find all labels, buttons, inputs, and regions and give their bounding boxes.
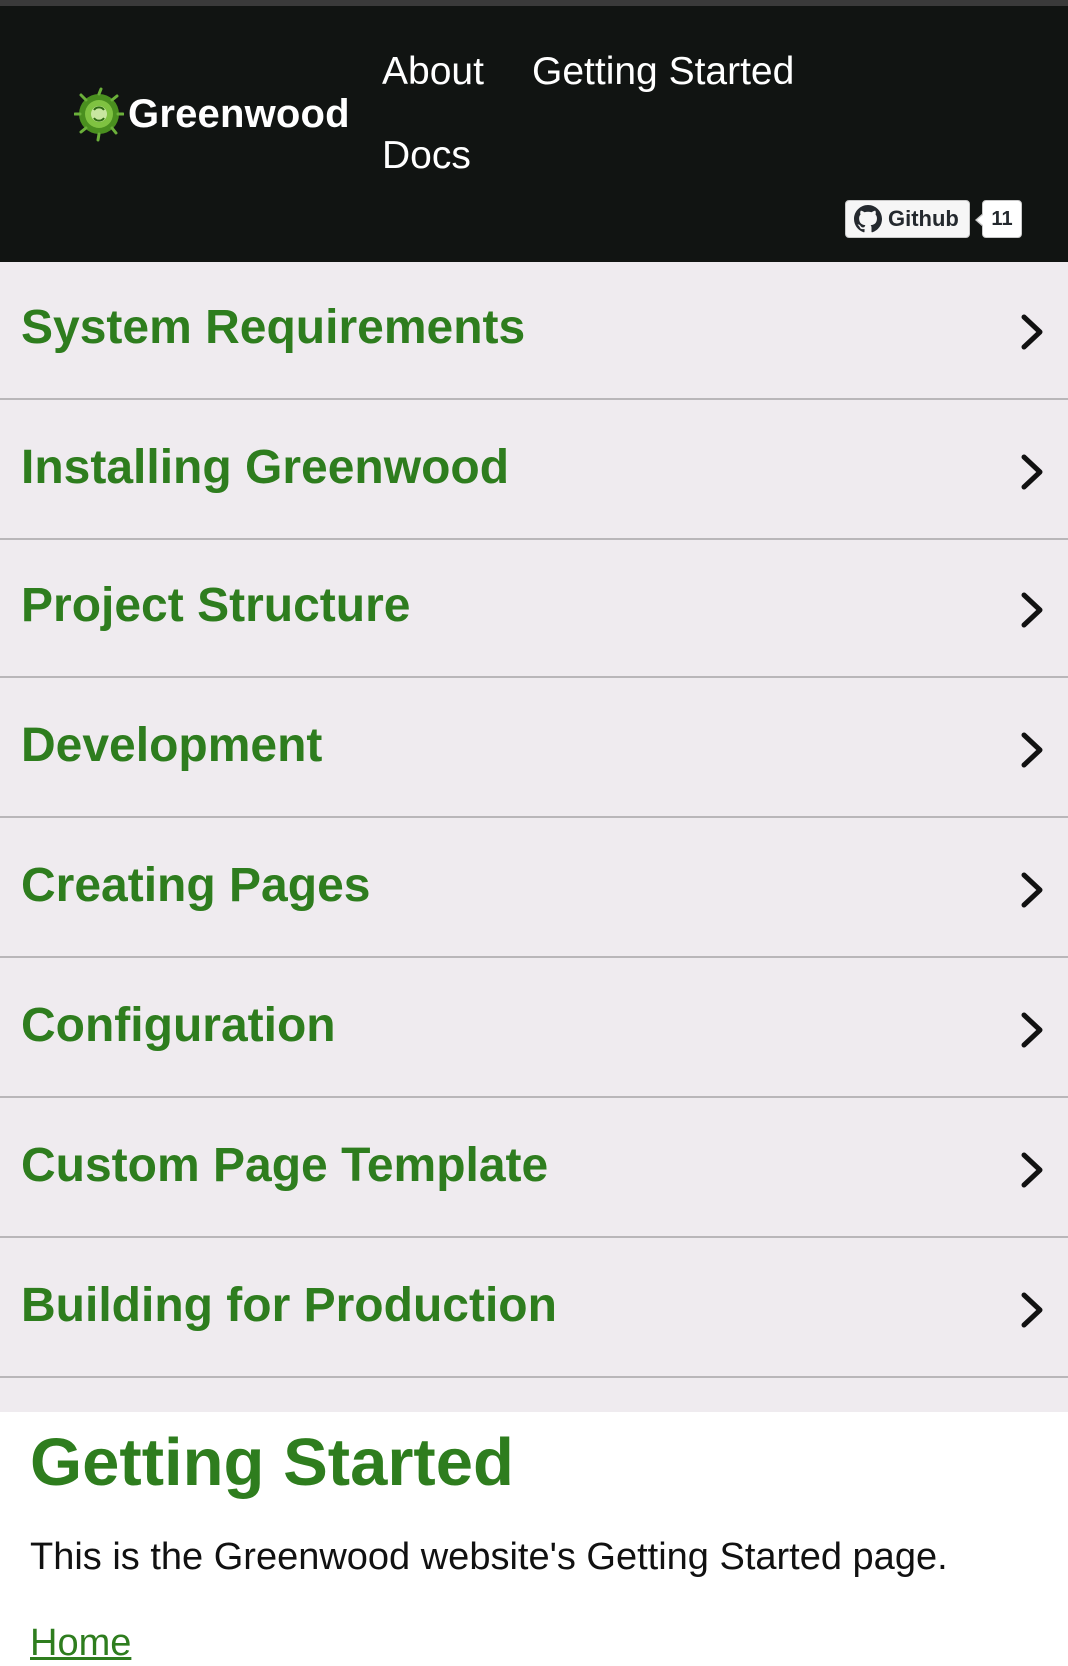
menu-item-custom-page-template[interactable]: Custom Page Template: [0, 1100, 1068, 1238]
brand-name: Greenwood: [128, 91, 350, 136]
site-header: Greenwood About Getting Started Docs Git…: [0, 6, 1068, 262]
nav-link-about[interactable]: About: [382, 50, 484, 94]
menu-item-label: Configuration: [21, 999, 336, 1052]
menu-item-label: Creating Pages: [21, 859, 371, 912]
github-icon: [854, 205, 882, 233]
docs-side-menu: System Requirements Installing Greenwood…: [0, 262, 1068, 1412]
menu-item-installing-greenwood[interactable]: Installing Greenwood: [0, 402, 1068, 540]
menu-item-label: System Requirements: [21, 301, 526, 354]
menu-item-label: Project Structure: [21, 579, 411, 632]
chevron-right-icon: [1021, 592, 1043, 628]
chevron-right-icon: [1021, 732, 1043, 768]
menu-item-development[interactable]: Development: [0, 680, 1068, 818]
chevron-right-icon: [1021, 1152, 1043, 1188]
page-intro-text: This is the Greenwood website's Getting …: [30, 1536, 948, 1578]
page-title: Getting Started: [30, 1425, 514, 1500]
chevron-right-icon: [1021, 1012, 1043, 1048]
menu-item-project-structure[interactable]: Project Structure: [0, 540, 1068, 678]
chevron-right-icon: [1021, 454, 1043, 490]
chevron-right-icon: [1021, 314, 1043, 350]
nav-link-getting-started[interactable]: Getting Started: [532, 50, 794, 94]
brand[interactable]: Greenwood: [74, 86, 350, 142]
chevron-right-icon: [1021, 1292, 1043, 1328]
chevron-right-icon: [1021, 872, 1043, 908]
menu-item-configuration[interactable]: Configuration: [0, 960, 1068, 1098]
nav-link-docs[interactable]: Docs: [382, 134, 471, 178]
menu-item-label: Installing Greenwood: [21, 441, 510, 494]
menu-item-creating-pages[interactable]: Creating Pages: [0, 820, 1068, 958]
github-star-count[interactable]: 11: [975, 200, 1022, 238]
home-link[interactable]: Home: [30, 1622, 131, 1665]
menu-item-label: Custom Page Template: [21, 1139, 549, 1192]
github-button-label: Github: [888, 206, 959, 231]
menu-item-label: Building for Production: [21, 1279, 557, 1332]
menu-item-building-for-production[interactable]: Building for Production: [0, 1240, 1068, 1378]
menu-item-system-requirements[interactable]: System Requirements: [0, 262, 1068, 400]
menu-item-label: Development: [21, 719, 323, 772]
github-button[interactable]: Github: [845, 200, 970, 238]
greenwood-logo-icon: [74, 87, 124, 142]
